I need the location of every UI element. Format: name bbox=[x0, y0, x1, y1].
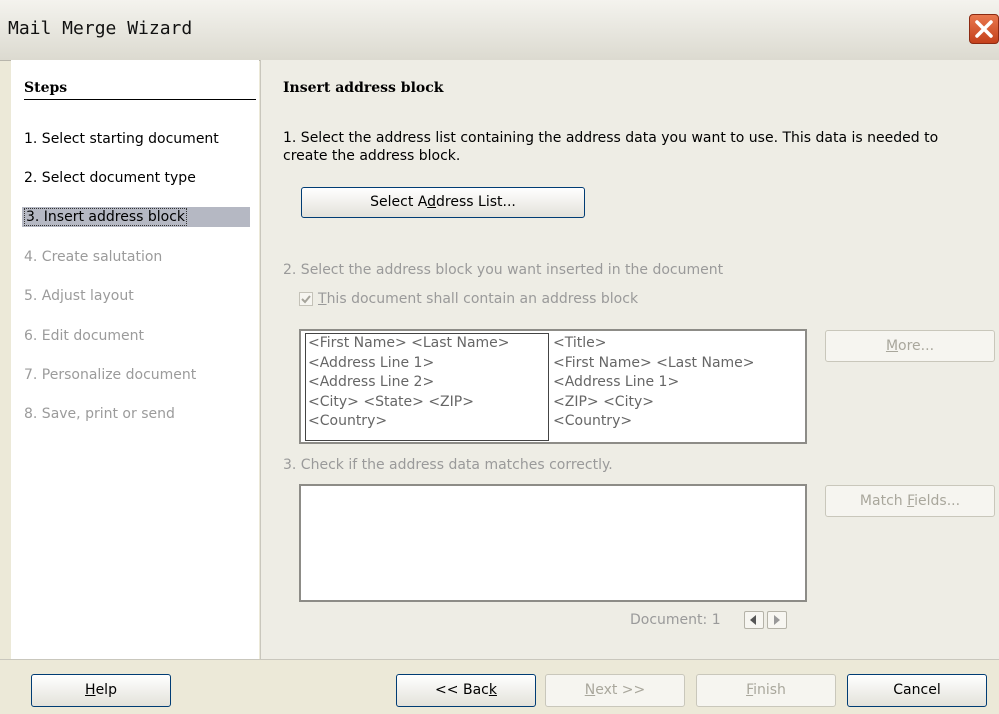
address-line: <First Name> <Last Name> bbox=[308, 335, 510, 351]
triangle-left-icon bbox=[750, 615, 756, 625]
next-mnemonic: N bbox=[584, 682, 596, 698]
checkmark-icon bbox=[301, 295, 311, 304]
instruction-3: 3. Check if the address data matches cor… bbox=[283, 457, 613, 473]
address-line: <Address Line 1> bbox=[553, 374, 680, 390]
step-adjust-layout: 5. Adjust layout bbox=[24, 288, 134, 304]
checkbox-label-rest: his document shall contain an address bl… bbox=[326, 291, 639, 307]
select-address-list-mnemonic: d bbox=[427, 194, 437, 210]
document-counter: Document: 1 bbox=[630, 612, 721, 628]
address-block-checkbox bbox=[299, 292, 313, 306]
step-edit-document: 6. Edit document bbox=[24, 328, 145, 344]
checkbox-mnemonic: T bbox=[318, 291, 327, 307]
step-label: 3. Insert address block bbox=[24, 208, 188, 226]
instruction-1-line-2: create the address block. bbox=[283, 148, 461, 164]
previous-document-button[interactable] bbox=[744, 611, 764, 629]
more-button[interactable]: More... bbox=[825, 330, 995, 362]
address-block-preview: <First Name> <Last Name> <Address Line 1… bbox=[299, 329, 807, 444]
next-label: ext >> bbox=[595, 682, 646, 698]
address-line: <First Name> <Last Name> bbox=[553, 354, 755, 371]
back-label: << Bac bbox=[435, 682, 489, 698]
finish-label: inish bbox=[753, 682, 786, 698]
match-fields-button[interactable]: Match Fields... bbox=[825, 485, 995, 517]
help-label: elp bbox=[95, 682, 117, 698]
step-personalize-document: 7. Personalize document bbox=[24, 367, 197, 383]
address-line: <Title> bbox=[553, 335, 607, 351]
address-block-checkbox-label: This document shall contain an address b… bbox=[318, 291, 638, 307]
instruction-1-line-1: 1. Select the address list containing th… bbox=[283, 130, 939, 146]
address-line: <ZIP> <City> bbox=[553, 393, 654, 410]
back-button[interactable]: << Back bbox=[396, 674, 536, 707]
window-title: Mail Merge Wizard bbox=[8, 18, 193, 39]
title-bar: Mail Merge Wizard bbox=[0, 0, 999, 61]
address-line: <Country> bbox=[553, 413, 633, 429]
address-block-option-2[interactable]: <Title> <First Name> <Last Name> <Addres… bbox=[551, 334, 755, 432]
back-mnemonic: k bbox=[488, 682, 497, 698]
address-line: <Country> bbox=[308, 413, 388, 429]
step-save-print-send: 8. Save, print or send bbox=[24, 406, 175, 422]
next-document-button[interactable] bbox=[767, 611, 787, 629]
finish-button[interactable]: Finish bbox=[696, 674, 836, 707]
step-create-salutation: 4. Create salutation bbox=[24, 249, 163, 265]
mail-merge-wizard-window: Mail Merge Wizard Steps 1. Select starti… bbox=[0, 0, 999, 714]
address-line: <Address Line 2> bbox=[308, 374, 435, 390]
close-button[interactable] bbox=[969, 14, 999, 44]
address-line: <Address Line 1> bbox=[308, 354, 435, 371]
help-button[interactable]: Help bbox=[31, 674, 171, 707]
cancel-button[interactable]: Cancel bbox=[847, 674, 987, 707]
step-select-document-type[interactable]: 2. Select document type bbox=[24, 170, 196, 186]
help-mnemonic: H bbox=[85, 682, 96, 698]
more-label: ore... bbox=[898, 338, 935, 354]
match-fields-label-b: ields... bbox=[914, 493, 961, 509]
address-match-preview bbox=[299, 484, 807, 602]
match-fields-label-a: Match bbox=[859, 493, 908, 509]
next-button[interactable]: Next >> bbox=[545, 674, 685, 707]
triangle-right-icon bbox=[774, 615, 780, 625]
steps-panel: Steps 1. Select starting document 2. Sel… bbox=[11, 60, 259, 659]
select-address-list-label-b: dress List... bbox=[436, 194, 516, 210]
select-address-list-label-a: Select A bbox=[370, 194, 428, 210]
select-address-list-button[interactable]: Select Address List... bbox=[301, 187, 585, 218]
address-block-option-1[interactable]: <First Name> <Last Name> <Address Line 1… bbox=[305, 333, 549, 441]
close-icon bbox=[975, 20, 993, 38]
step-insert-address-block[interactable]: 3. Insert address block bbox=[22, 207, 250, 227]
more-mnemonic: M bbox=[885, 338, 899, 354]
page-heading: Insert address block bbox=[283, 80, 444, 96]
step-select-starting-document[interactable]: 1. Select starting document bbox=[24, 131, 219, 147]
instruction-2: 2. Select the address block you want ins… bbox=[283, 262, 724, 278]
address-line: <City> <State> <ZIP> bbox=[308, 393, 474, 410]
steps-heading: Steps bbox=[24, 80, 256, 100]
